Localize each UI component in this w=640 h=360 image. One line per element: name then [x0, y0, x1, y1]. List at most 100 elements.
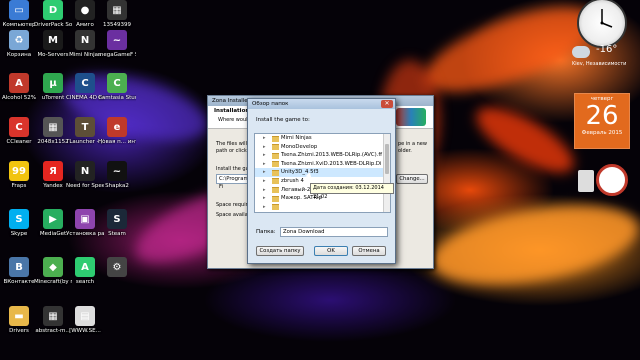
amigo-icon: ●: [75, 0, 95, 20]
folder-tree-item[interactable]: ▸ Unity3D_4.5f3: [255, 168, 390, 177]
expand-arrow-icon[interactable]: ▸: [263, 194, 266, 203]
desktop-icon[interactable]: ▤ [WWW.SE...: [66, 306, 104, 346]
vk-icon: B: [9, 257, 29, 277]
expand-arrow-icon[interactable]: ▸: [263, 168, 266, 177]
steam-icon: S: [107, 209, 127, 229]
weather-gadget[interactable]: -16° Kiev, Независимости: [572, 44, 632, 72]
folder-tree-item[interactable]: ▸ MonoDevelop: [255, 143, 390, 152]
desktop-icon-label: Drivers: [9, 328, 29, 334]
minecraft-icon: ◆: [43, 257, 63, 277]
mediaget-icon: ▶: [43, 209, 63, 229]
expand-arrow-icon[interactable]: ▸: [263, 186, 266, 195]
browse-folder-dialog[interactable]: Обзор папок ✕ Install the game to: ▸ Mimi…: [247, 98, 396, 264]
ok-button[interactable]: OK: [314, 246, 348, 256]
folder-tree-label: Tsena.Zhizni.XviD.2013.WEB-DLRip.Di: [281, 160, 382, 167]
search-app-icon: A: [75, 257, 95, 277]
folder-tree-label: Tsena.Zhizni.2013.WEB-DLRip.(AVC).ff: [281, 152, 383, 159]
scrollbar-thumb[interactable]: [385, 144, 389, 174]
yandex-icon: Я: [43, 161, 63, 181]
calendar-day: 26: [585, 101, 619, 131]
cancel-button[interactable]: Отмена: [352, 246, 386, 256]
desktop-icon[interactable]: S Steam: [98, 209, 136, 249]
desktop-icon-label: Alcohol 52%: [1, 95, 37, 101]
folder-icon: [272, 204, 279, 211]
media-gadget[interactable]: [576, 162, 628, 200]
folder-tree-label: zbrush 4: [281, 177, 304, 184]
installer-header-subtitle: Where would: [218, 117, 251, 123]
desktop-icon-label: megaGameF Shapka: [98, 52, 136, 58]
installer-browse-button[interactable]: Change...: [396, 174, 428, 184]
desktop-icon-label: [WWW.SE...: [69, 328, 101, 334]
tlauncher-icon: T: [75, 117, 95, 137]
desktop-icon[interactable]: ▬ Drivers: [0, 306, 38, 346]
folder-icon: [272, 195, 279, 202]
folder-label: Папка:: [256, 229, 276, 235]
desktop-icon[interactable]: B ВКонтакте: [0, 257, 38, 297]
desktop-icon[interactable]: C Camtasia Studio 7: [98, 73, 136, 113]
expand-arrow-icon[interactable]: ▸: [263, 211, 266, 212]
expand-arrow-icon[interactable]: ▸: [263, 177, 266, 186]
desktop-icon[interactable]: ~ Shapka2: [98, 161, 136, 201]
calendar-gadget[interactable]: четверг 26 Февраль 2015: [574, 93, 630, 149]
tree-scrollbar[interactable]: [383, 134, 390, 212]
folder-tree-item[interactable]: ▸ Tsena.Zhizni.2013.WEB-DLRip.(AVC).ff: [255, 151, 390, 160]
utorrent-icon: µ: [43, 73, 63, 93]
expand-arrow-icon[interactable]: ▸: [263, 160, 266, 169]
image-icon: ▦: [43, 306, 63, 326]
new-folder-button[interactable]: Создать папку: [256, 246, 304, 256]
browse-dialog-title: Обзор папок: [252, 101, 289, 107]
expand-arrow-icon[interactable]: ▸: [263, 134, 266, 143]
folder-tree-item[interactable]: ▸ Mimi Ninjas: [255, 134, 390, 143]
folder-icon: [272, 161, 279, 168]
cinema4d-icon: C: [75, 73, 95, 93]
folder-tree-label: MonoDevelop: [281, 143, 318, 150]
folder-icon: ▬: [9, 306, 29, 326]
desktop-icon[interactable]: ~ megaGameF Shapka: [98, 30, 136, 70]
desktop-icon-label: Shapka2: [105, 183, 129, 189]
game-icon: ⚙: [107, 257, 127, 277]
folder-tooltip: Дата создания: 03.12.2014 21:02: [310, 183, 394, 200]
desktop-icon-label: Camtasia Studio 7: [98, 95, 136, 101]
installer-space-required: Space require: [216, 202, 251, 208]
desktop-icon-label: 13549399: [103, 22, 131, 28]
expand-arrow-icon[interactable]: ▸: [263, 143, 266, 152]
installer-text-right-2: older.: [398, 148, 412, 154]
camtasia-icon: C: [107, 73, 127, 93]
desktop-icon[interactable]: 99 Fraps: [0, 161, 38, 201]
expand-arrow-icon[interactable]: ▸: [263, 151, 266, 160]
internet-icon: e: [107, 117, 127, 137]
desktop-icon[interactable]: ⚙: [98, 257, 136, 297]
nfs-icon: N: [75, 161, 95, 181]
folder-tree-item[interactable]: ▸: [255, 211, 390, 212]
desktop-icon-label: Новая п... интерне...: [98, 139, 136, 145]
browse-dialog-prompt: Install the game to:: [256, 117, 310, 123]
folder-tree-item[interactable]: ▸: [255, 203, 390, 212]
desktop-icon[interactable]: ♻ Корзина: [0, 30, 38, 70]
folder-tree-item[interactable]: ▸ Tsena.Zhizni.XviD.2013.WEB-DLRip.Di: [255, 160, 390, 169]
cloud-icon: [572, 46, 590, 58]
desktop-icon-label: Steam: [108, 231, 126, 237]
folder-name-input[interactable]: Zona Download: [280, 227, 388, 237]
desktop-icon[interactable]: e Новая п... интерне...: [98, 117, 136, 157]
close-icon[interactable]: ✕: [381, 100, 393, 108]
ccleaner-icon: C: [9, 117, 29, 137]
folder-icon: [272, 178, 279, 185]
folder-icon: [272, 152, 279, 159]
settings-icon: ▣: [75, 209, 95, 229]
clock-gadget[interactable]: [577, 0, 627, 48]
desktop-icon-label: Компьютер: [2, 22, 36, 28]
media-device-icon: [578, 170, 594, 192]
installer-logo: [396, 108, 426, 126]
clock-face-icon: [600, 9, 613, 28]
desktop-icon-label: CCleaner: [6, 139, 32, 145]
desktop-icon-label: ВКонтакте: [3, 279, 35, 285]
calendar-month-year: Февраль 2015: [581, 130, 623, 136]
installer-text-2: path or click ': [216, 148, 250, 154]
desktop-icon[interactable]: S Skype: [0, 209, 38, 249]
desktop-icon[interactable]: A Alcohol 52%: [0, 73, 38, 113]
desktop-icon[interactable]: C CCleaner: [0, 117, 38, 157]
browse-dialog-titlebar: Обзор папок ✕: [248, 99, 395, 109]
installer-text-right-1: pe in a new: [398, 141, 427, 147]
image-icon: ▦: [107, 0, 127, 20]
expand-arrow-icon[interactable]: ▸: [263, 203, 266, 212]
